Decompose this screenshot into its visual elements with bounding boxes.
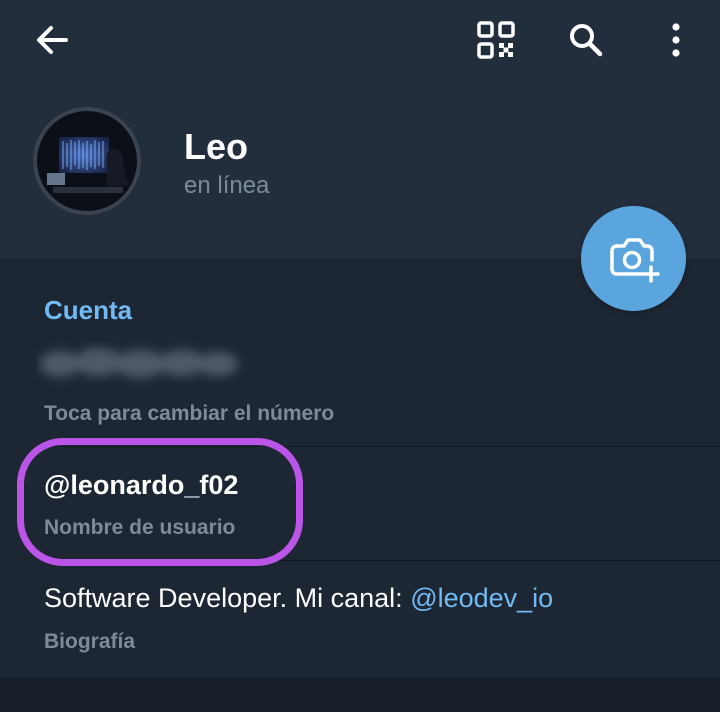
username-label: Nombre de usuario xyxy=(44,516,236,539)
section-separator xyxy=(0,678,720,712)
username-row[interactable] xyxy=(0,447,720,560)
more-vertical-icon xyxy=(672,23,680,57)
bio-channel-link[interactable]: @leodev_io xyxy=(410,583,553,613)
username-value: @leonardo_f02 xyxy=(44,470,239,500)
phone-number-row[interactable]: Toca para cambiar el número xyxy=(0,336,720,446)
bio-text-content: Software Developer. Mi canal: xyxy=(44,583,411,613)
set-photo-button[interactable] xyxy=(581,206,686,311)
camera-add-icon xyxy=(609,237,660,283)
search-icon xyxy=(570,24,603,57)
bio-row[interactable] xyxy=(0,561,720,677)
account-section-title: Cuenta xyxy=(44,295,133,325)
profile-status: en línea xyxy=(184,172,270,199)
avatar-photo xyxy=(33,107,141,215)
profile-name: Leo xyxy=(184,126,249,167)
avatar[interactable] xyxy=(33,107,141,215)
more-options-button[interactable] xyxy=(646,10,706,70)
bio-text: Software Developer. Mi canal: @leodev_io xyxy=(44,583,553,614)
search-button[interactable] xyxy=(556,10,616,70)
qr-code-icon xyxy=(477,21,515,59)
phone-number-redacted xyxy=(40,348,238,378)
bio-label: Biografía xyxy=(44,630,136,653)
phone-hint: Toca para cambiar el número xyxy=(44,402,335,425)
arrow-left-icon xyxy=(37,26,68,54)
qr-code-button[interactable] xyxy=(466,10,526,70)
back-button[interactable] xyxy=(22,10,82,70)
